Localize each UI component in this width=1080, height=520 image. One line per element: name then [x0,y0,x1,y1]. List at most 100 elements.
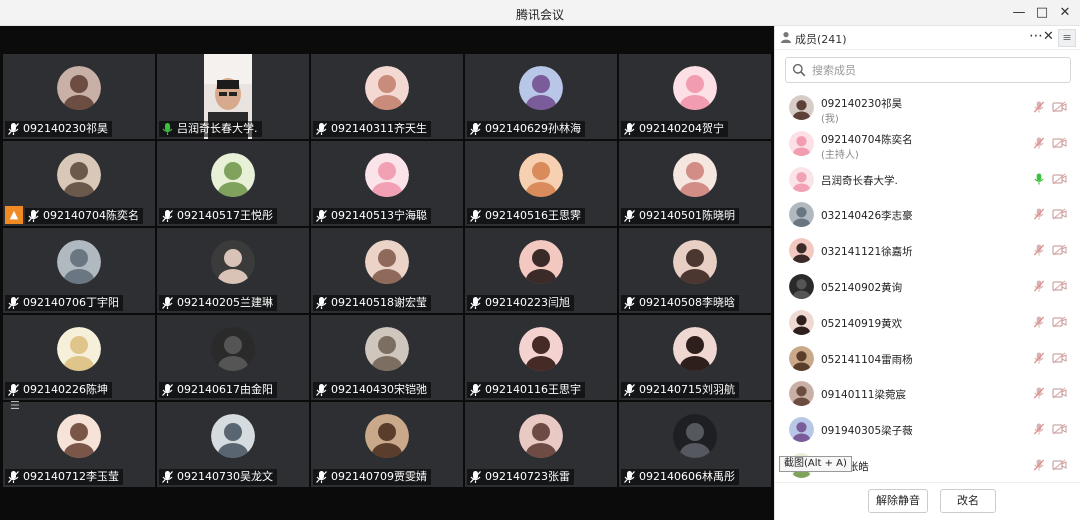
unmute-button[interactable]: 解除静音 [868,489,928,513]
mic-muted-icon [623,383,636,397]
member-role: (我) [821,114,839,125]
video-tile[interactable]: 092140311齐天生 [311,54,463,139]
tile-name-text: 092140629孙林海 [485,122,581,135]
video-grid: 092140230祁昊 吕润奇长春大学. 092140311齐天生 092140629… [3,54,774,516]
mic-muted-icon[interactable] [1033,207,1045,221]
member-row[interactable]: 092140704陈奕名 (主持人) [775,126,1080,162]
member-name: 091940305梁子薇 [821,425,913,438]
mic-on-icon[interactable] [1033,172,1045,186]
tile-name-label: 092140617由金阳 [159,382,277,398]
video-tile[interactable]: 092140430宋铠弛 [311,315,463,400]
avatar [211,414,255,458]
mic-muted-icon[interactable] [1033,386,1045,400]
tile-name-label: 092140517王悦彤 [159,208,277,224]
video-tile[interactable]: 092140501陈晓明 [619,141,771,226]
list-icon[interactable]: ☰ [10,400,24,412]
mic-muted-icon[interactable] [1033,422,1045,436]
video-tile[interactable]: 092140617由金阳 [157,315,309,400]
member-row[interactable]: 092140230祁昊 (我) [775,90,1080,126]
member-row[interactable]: 09140111梁菀宸 [775,376,1080,412]
camera-off-icon[interactable] [1052,173,1067,185]
video-tile[interactable]: ▲ 092140704陈奕名 [3,141,155,226]
video-tile[interactable]: 092140606林禹彤 [619,402,771,487]
camera-off-icon[interactable] [1052,244,1067,256]
avatar [673,414,717,458]
tile-name-text: 092140709贾雯婧 [331,470,427,483]
video-tile[interactable]: 092140226陈坤 [3,315,155,400]
search-box [785,57,1071,83]
rename-button[interactable]: 改名 [940,489,996,513]
camera-off-icon[interactable] [1052,208,1067,220]
video-tile[interactable]: 092140715刘羽航 [619,315,771,400]
tile-name-text: 092140501陈晓明 [639,209,735,222]
avatar [57,66,101,110]
camera-off-icon[interactable] [1052,459,1067,471]
members-list: 092140230祁昊 (我) 092140704陈奕名 (主持人) 吕润奇长春大学. 0… [775,90,1080,484]
video-tile[interactable]: 092140204贺宁 [619,54,771,139]
member-row[interactable]: 052140902黄询 [775,269,1080,305]
camera-off-icon[interactable] [1052,387,1067,399]
menu-icon[interactable]: ≡ [1058,29,1076,47]
mic-muted-icon[interactable] [1033,136,1045,150]
camera-off-icon[interactable] [1052,352,1067,364]
video-tile[interactable]: 092140230祁昊 [3,54,155,139]
video-tile[interactable]: 092140223闫旭 [465,228,617,313]
video-tile[interactable]: 092140518谢宏莹 [311,228,463,313]
mic-muted-icon [161,383,174,397]
tile-name-label: 092140116王思宇 [467,382,585,398]
video-tile[interactable]: 092140205兰建琳 [157,228,309,313]
video-tile[interactable]: 092140706丁宇阳 [3,228,155,313]
member-row[interactable]: 032140426李志豪 [775,197,1080,233]
video-tile[interactable]: 092140116王思宇 [465,315,617,400]
video-tile[interactable]: 092140516王思霁 [465,141,617,226]
tile-name-text: 092140617由金阳 [177,383,273,396]
video-tile[interactable]: 092140709贾雯婧 [311,402,463,487]
member-row[interactable]: 052140919黄欢 [775,305,1080,341]
video-tile[interactable]: 092140723张雷 [465,402,617,487]
video-tile[interactable]: 092140730吴龙文 [157,402,309,487]
tile-name-text: 092140311齐天生 [331,122,427,135]
mic-muted-icon [7,122,20,136]
mic-muted-icon[interactable] [1033,351,1045,365]
avatar [673,153,717,197]
camera-off-icon[interactable] [1052,280,1067,292]
video-tile[interactable]: 092140508李晓晗 [619,228,771,313]
mic-muted-icon[interactable] [1033,243,1045,257]
member-row[interactable]: 吕润奇长春大学. [775,162,1080,198]
tile-name-label: 092140606林禹彤 [621,469,739,485]
mic-muted-icon[interactable] [1033,100,1045,114]
camera-off-icon[interactable] [1052,316,1067,328]
tile-name-text: 092140704陈奕名 [43,209,139,222]
mic-muted-icon[interactable] [1033,279,1045,293]
video-tile[interactable]: 092140513宁海聪 [311,141,463,226]
panel-close-icon[interactable]: ✕ [1043,29,1054,44]
people-icon [781,32,791,43]
camera-off-icon[interactable] [1052,137,1067,149]
camera-off-icon[interactable] [1052,423,1067,435]
mic-muted-icon[interactable] [1033,458,1045,472]
mic-muted-icon [469,296,482,310]
mic-muted-icon[interactable] [1033,315,1045,329]
mic-muted-icon [469,383,482,397]
window-title: 腾讯会议 [515,8,564,22]
search-input[interactable] [812,61,1062,79]
member-row[interactable]: 052141104雷雨杨 [775,341,1080,377]
close-icon[interactable]: ✕ [1056,4,1074,22]
member-name: 092140230祁昊 [821,98,903,110]
member-row[interactable]: 091940305梁子薇 [775,412,1080,448]
camera-off-icon[interactable] [1052,101,1067,113]
tile-name-text: 092140513宁海聪 [331,209,427,222]
mic-on-icon [161,122,174,136]
video-tile[interactable]: 092140517王悦彤 [157,141,309,226]
tile-name-label: 092140204贺宁 [621,121,728,137]
video-tile[interactable]: 092140712李玉莹 [3,402,155,487]
video-tile[interactable]: 092140629孙林海 [465,54,617,139]
member-name: 052140902黄询 [821,281,903,294]
member-avatar [789,166,814,192]
tile-name-text: 吕润奇长春大学. [177,122,258,135]
video-tile[interactable]: 吕润奇长春大学. [157,54,309,139]
maximize-icon[interactable]: □ [1033,4,1051,22]
more-icon[interactable]: ⋯ [1029,28,1043,44]
member-row[interactable]: 032141121徐嘉圻 [775,233,1080,269]
minimize-icon[interactable]: — [1010,4,1028,22]
